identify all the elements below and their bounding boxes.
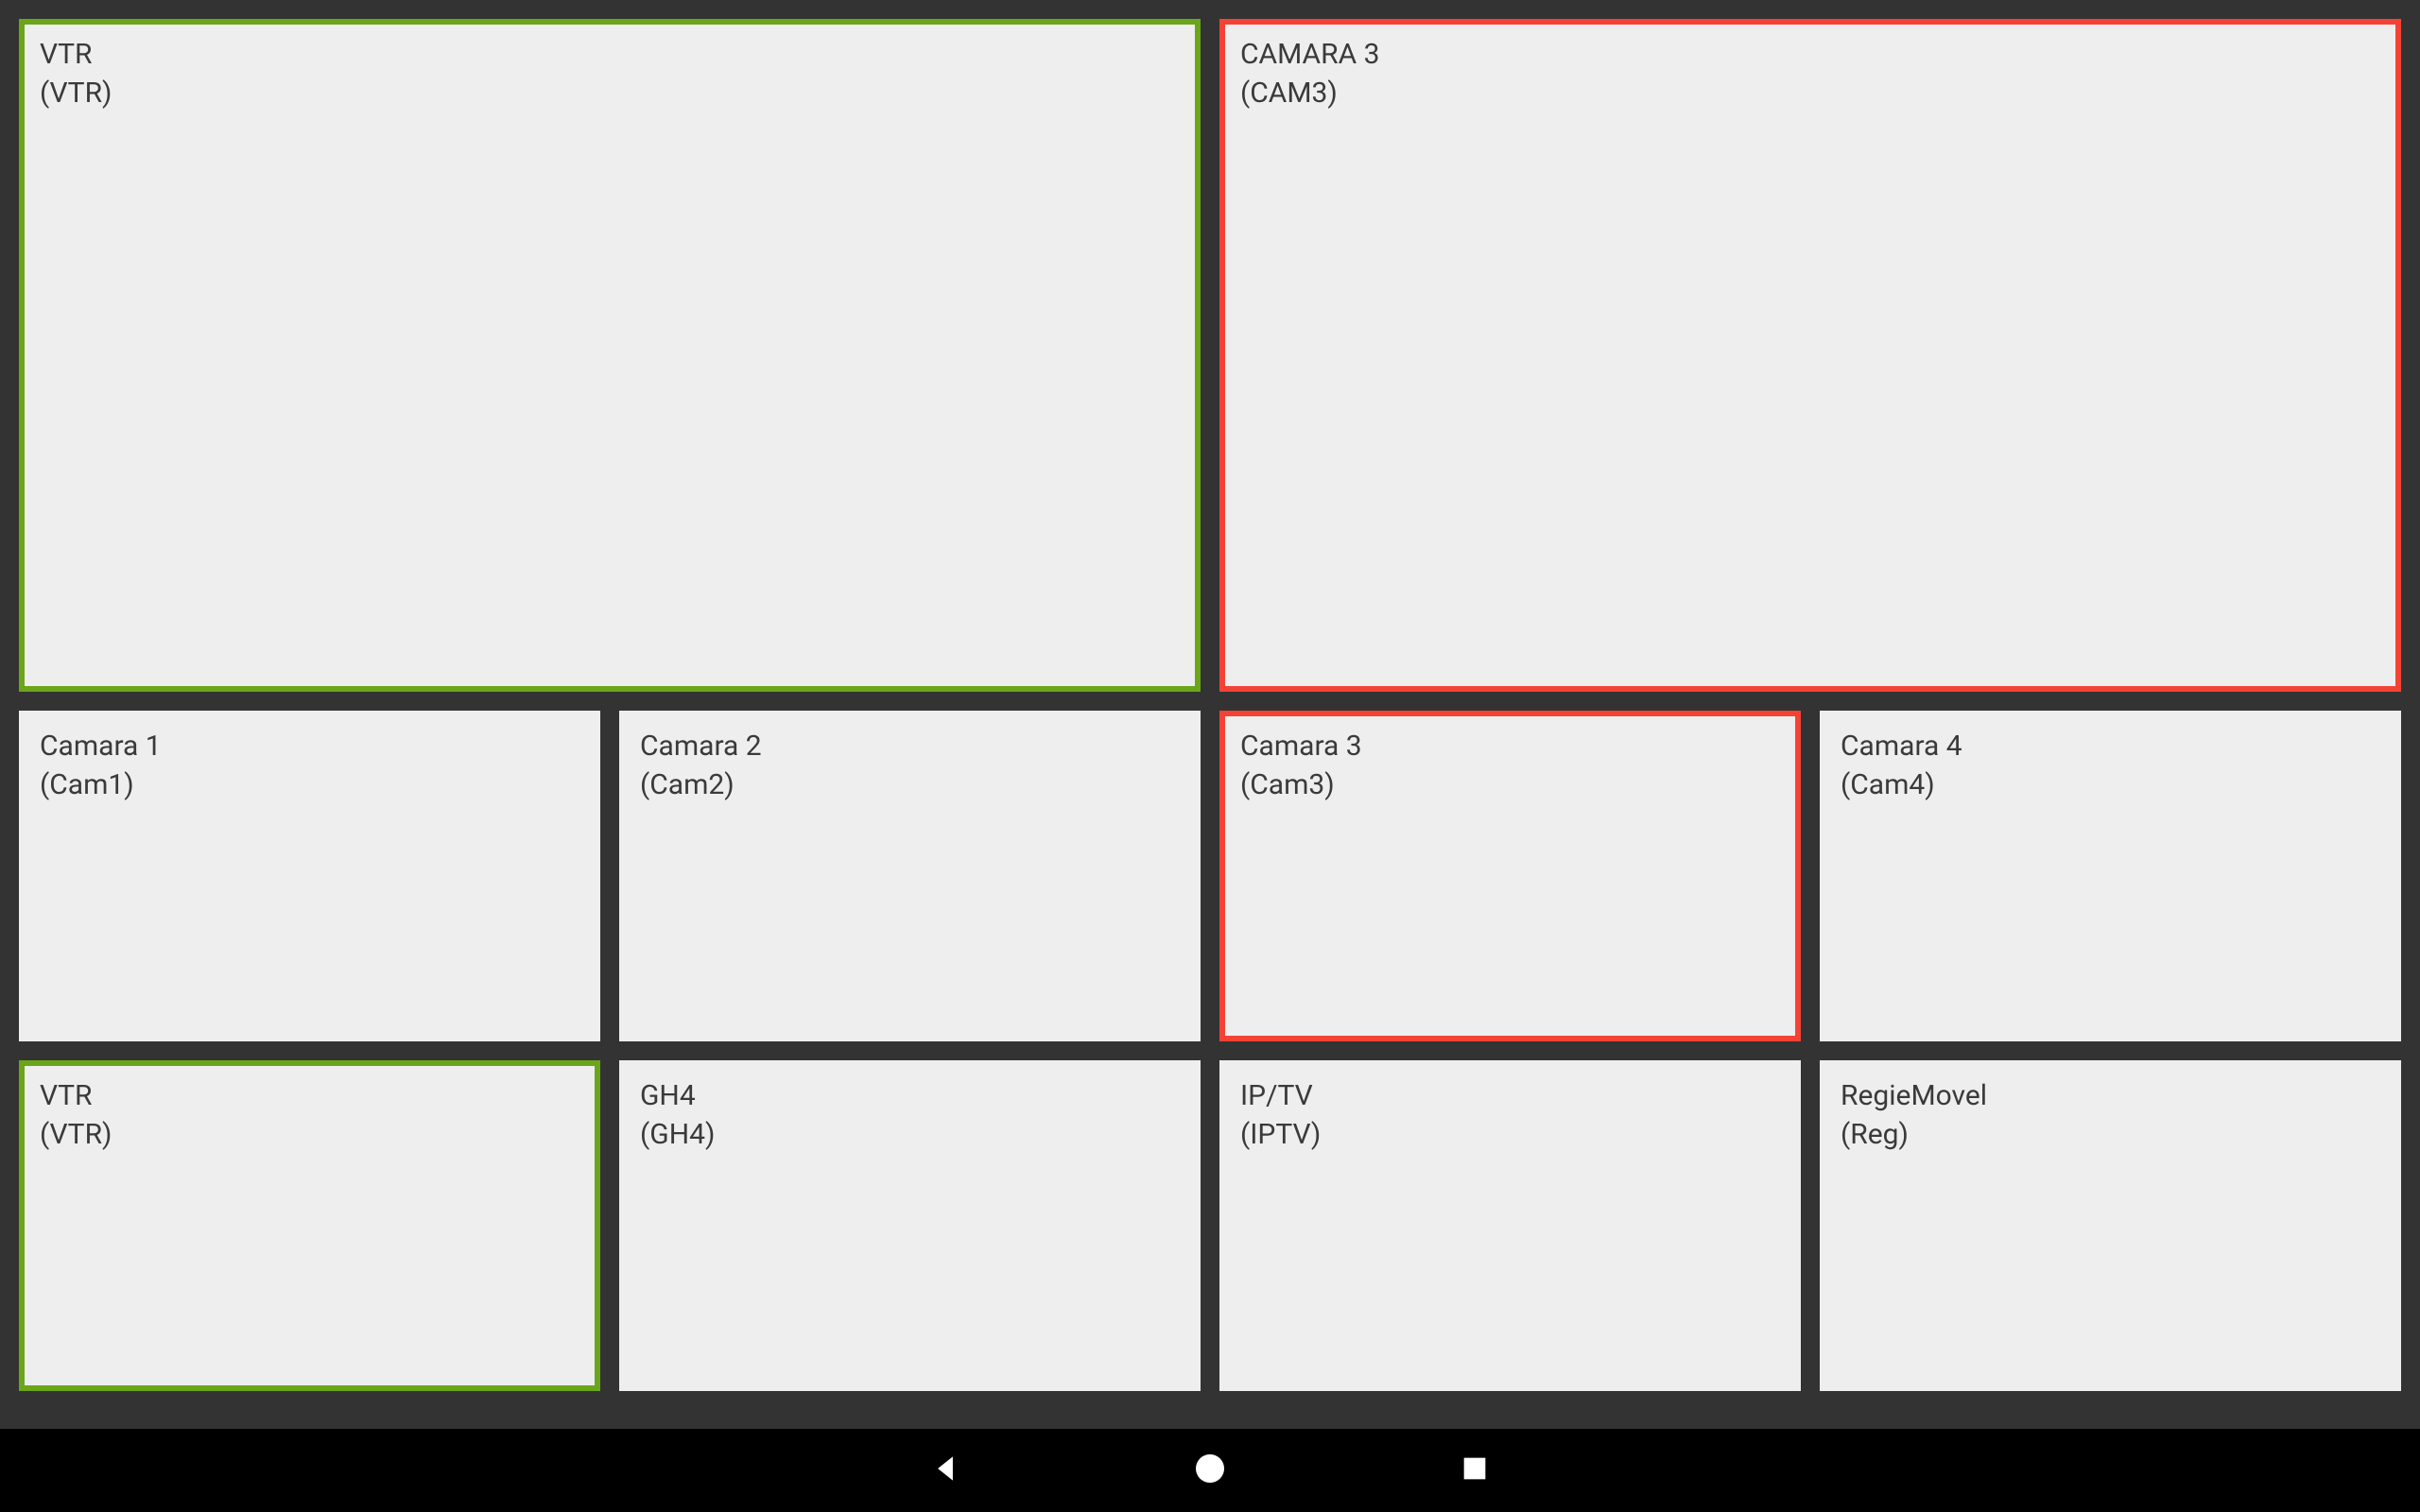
panel-subtitle: (VTR) [40, 1116, 579, 1155]
panel-subtitle: (Cam1) [40, 766, 579, 805]
panel-subtitle: (VTR) [40, 75, 1180, 113]
preview-live-panel[interactable]: CAMARA 3 (CAM3) [1219, 19, 2401, 692]
panel-subtitle: (GH4) [640, 1116, 1180, 1155]
panel-subtitle: (Cam2) [640, 766, 1180, 805]
panel-title: RegieMovel [1841, 1077, 2380, 1116]
source-row-2: VTR (VTR) GH4 (GH4) IP/TV (IPTV) RegieMo… [19, 1060, 2401, 1391]
nav-back-button[interactable] [922, 1447, 969, 1494]
panel-title: Camara 3 [1240, 728, 1780, 766]
source-panel-cam1[interactable]: Camara 1 (Cam1) [19, 711, 600, 1041]
panel-subtitle: (CAM3) [1240, 75, 2380, 113]
multiview-content: VTR (VTR) CAMARA 3 (CAM3) Camara 1 (Cam1… [0, 0, 2420, 1429]
panel-title: Camara 4 [1841, 728, 2380, 766]
panel-title: GH4 [640, 1077, 1180, 1116]
panel-title: IP/TV [1240, 1077, 1780, 1116]
source-panel-gh4[interactable]: GH4 (GH4) [619, 1060, 1201, 1391]
panel-title: Camara 1 [40, 728, 579, 766]
source-panel-iptv[interactable]: IP/TV (IPTV) [1219, 1060, 1801, 1391]
nav-home-button[interactable] [1186, 1447, 1234, 1494]
source-row-1: Camara 1 (Cam1) Camara 2 (Cam2) Camara 3… [19, 711, 2401, 1041]
preview-program-panel[interactable]: VTR (VTR) [19, 19, 1201, 692]
source-panel-cam2[interactable]: Camara 2 (Cam2) [619, 711, 1201, 1041]
back-icon [927, 1451, 963, 1490]
panel-subtitle: (Cam4) [1841, 766, 2380, 805]
nav-recent-button[interactable] [1451, 1447, 1498, 1494]
panel-title: VTR [40, 36, 1180, 75]
panel-title: Camara 2 [640, 728, 1180, 766]
preview-row: VTR (VTR) CAMARA 3 (CAM3) [19, 19, 2401, 692]
source-panel-vtr[interactable]: VTR (VTR) [19, 1060, 600, 1391]
source-panel-cam3[interactable]: Camara 3 (Cam3) [1219, 711, 1801, 1041]
panel-subtitle: (Reg) [1841, 1116, 2380, 1155]
source-panel-regiemovel[interactable]: RegieMovel (Reg) [1820, 1060, 2401, 1391]
panel-title: VTR [40, 1077, 579, 1116]
panel-subtitle: (IPTV) [1240, 1116, 1780, 1155]
android-navbar [0, 1429, 2420, 1512]
panel-subtitle: (Cam3) [1240, 766, 1780, 805]
recent-icon [1459, 1452, 1491, 1488]
panel-title: CAMARA 3 [1240, 36, 2380, 75]
home-icon [1191, 1450, 1229, 1491]
source-panel-cam4[interactable]: Camara 4 (Cam4) [1820, 711, 2401, 1041]
